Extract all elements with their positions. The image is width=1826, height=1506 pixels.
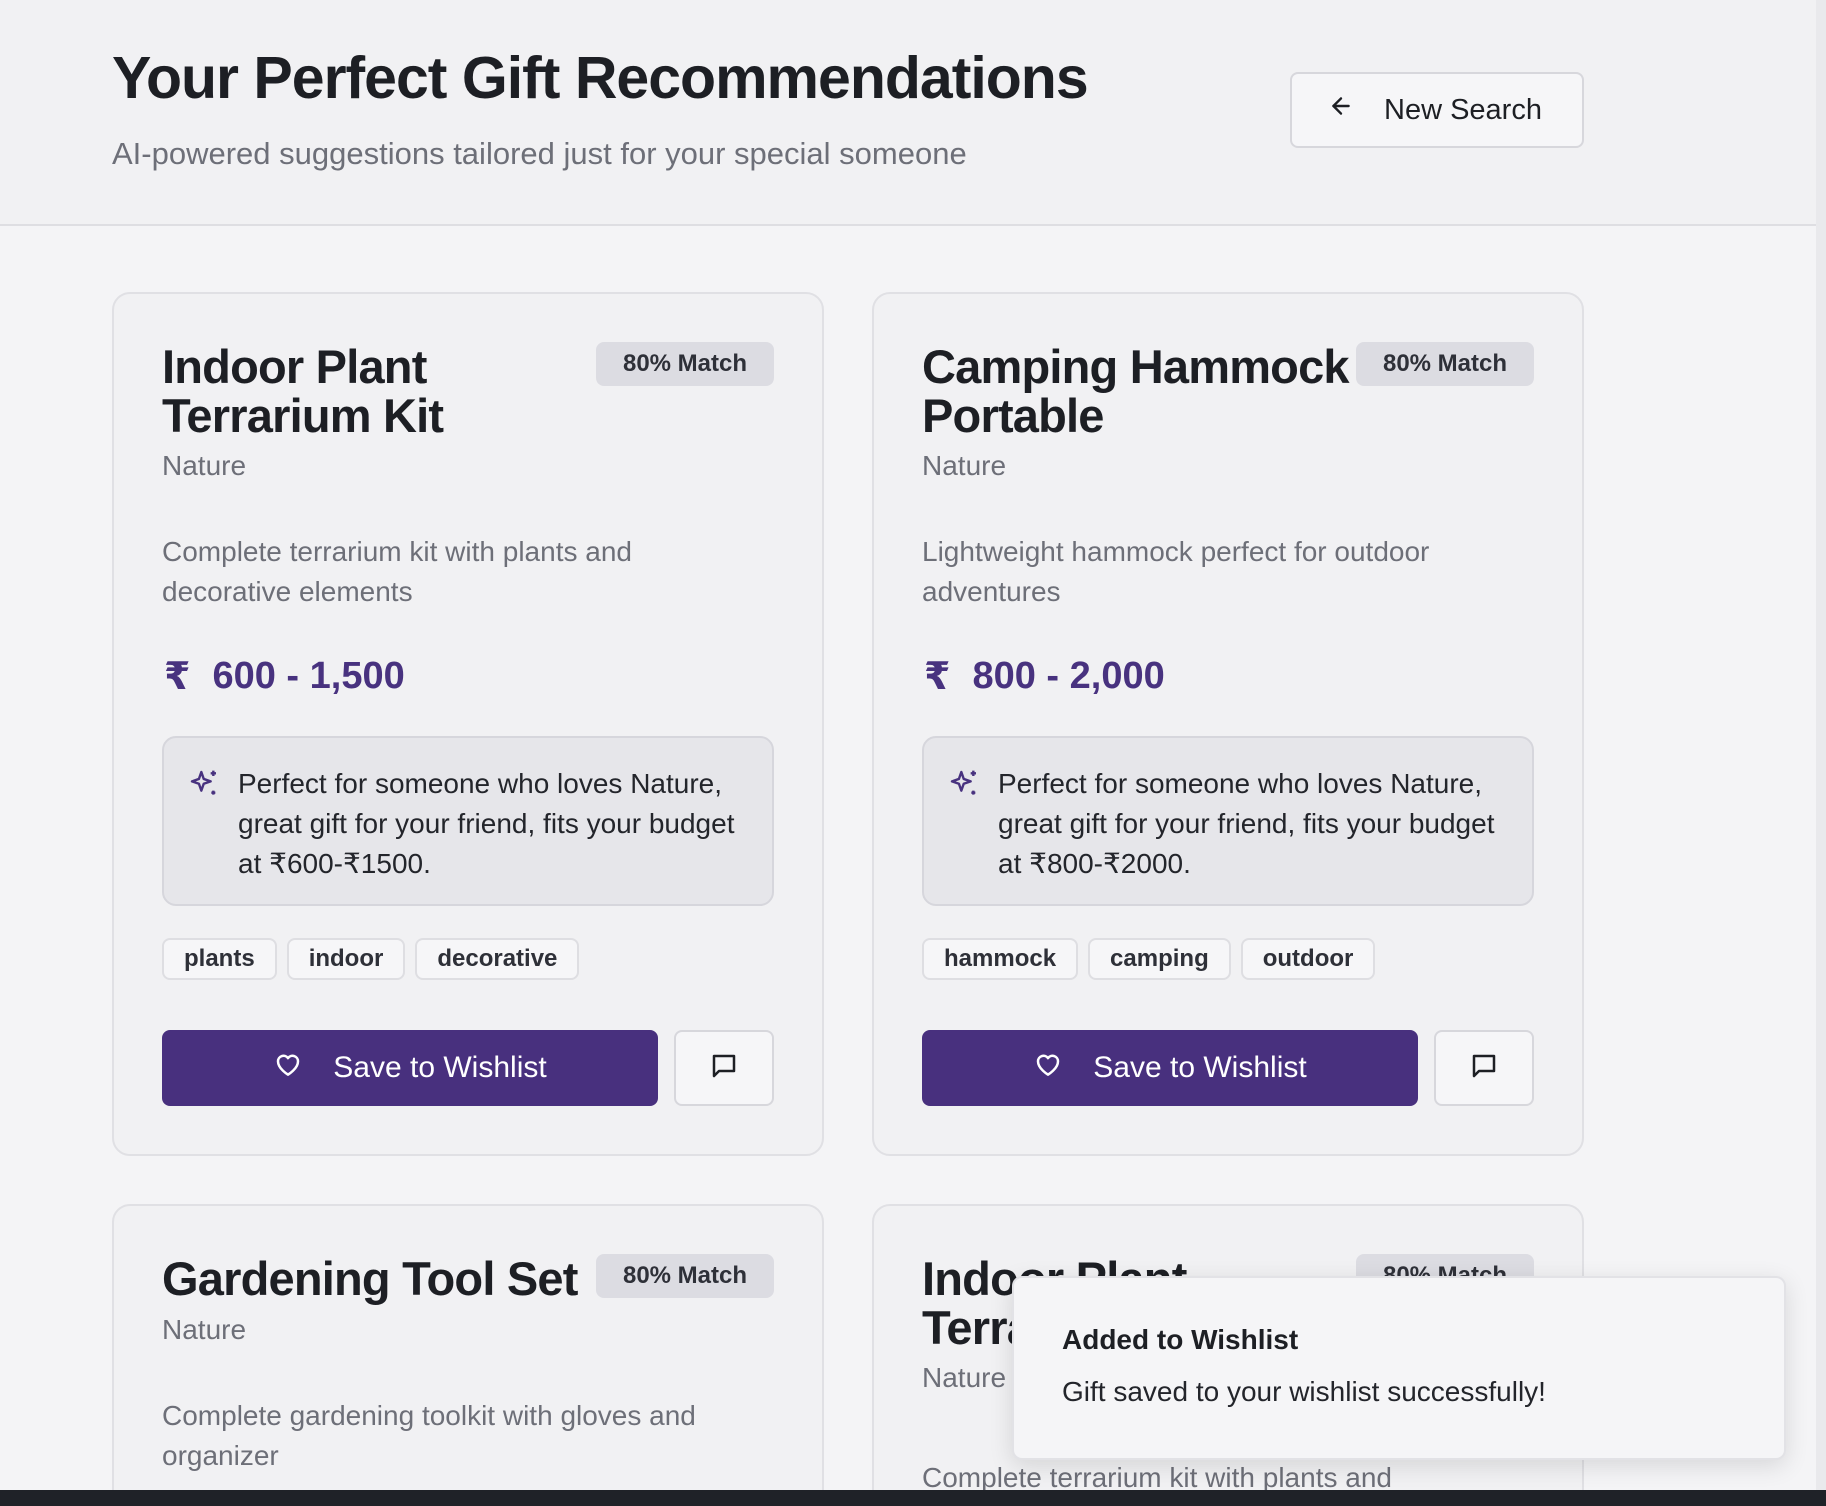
tag: camping — [1088, 938, 1231, 980]
gift-category: Nature — [162, 450, 247, 481]
toast-title: Added to Wishlist — [1062, 1324, 1299, 1355]
match-badge: 80% Match — [596, 342, 774, 386]
price-value: 800 - 2,000 — [972, 655, 1165, 697]
tag-list: plants indoor decorative — [162, 938, 580, 980]
page-subtitle: AI-powered suggestions tailored just for… — [112, 136, 967, 171]
rupee-icon: ₹ — [164, 656, 191, 698]
gift-title: Indoor Plant Terrarium Kit — [162, 340, 444, 442]
gift-title: Camping Hammock Portable — [922, 340, 1350, 442]
new-search-label: New Search — [1384, 93, 1542, 126]
wishlist-label: Save to Wishlist — [333, 1051, 547, 1084]
gift-description: Complete terrarium kit with plants and d… — [162, 536, 632, 607]
price-value: 600 - 1,500 — [212, 655, 405, 697]
recommendation-reason: Perfect for someone who loves Nature, gr… — [162, 736, 774, 906]
new-search-button[interactable]: New Search — [1290, 72, 1584, 148]
gift-title: Gardening Tool Set — [162, 1252, 578, 1305]
gift-card: Indoor Plant Terrarium Kit 80% Match Nat… — [112, 292, 824, 1156]
message-square-icon — [709, 1051, 739, 1086]
gift-description: Lightweight hammock perfect for outdoor … — [922, 536, 1430, 607]
match-badge: 80% Match — [596, 1254, 774, 1298]
wishlist-label: Save to Wishlist — [1093, 1051, 1307, 1084]
page-header: Your Perfect Gift Recommendations AI-pow… — [0, 0, 1816, 226]
gift-category: Nature — [162, 1314, 247, 1345]
rupee-icon: ₹ — [924, 656, 951, 698]
reason-text: Perfect for someone who loves Nature, gr… — [998, 768, 1495, 879]
heart-icon — [273, 1049, 303, 1087]
gift-description: Complete gardening toolkit with gloves a… — [162, 1400, 696, 1471]
price-range: ₹ 600 - 1,500 — [164, 654, 405, 699]
gift-card: Camping Hammock Portable 80% Match Natur… — [872, 292, 1584, 1156]
toast-notification[interactable]: Added to Wishlist Gift saved to your wis… — [1012, 1276, 1786, 1460]
heart-icon — [1033, 1049, 1063, 1087]
tag: decorative — [415, 938, 580, 980]
page-title: Your Perfect Gift Recommendations — [112, 45, 1089, 111]
scrollbar[interactable] — [1816, 0, 1826, 1490]
tag: hammock — [922, 938, 1079, 980]
gift-description: Complete terrarium kit with plants and — [922, 1462, 1392, 1490]
app-viewport: Your Perfect Gift Recommendations AI-pow… — [0, 0, 1816, 1490]
save-to-wishlist-button[interactable]: Save to Wishlist — [162, 1030, 658, 1106]
recommendation-reason: Perfect for someone who loves Nature, gr… — [922, 736, 1534, 906]
gift-category: Nature — [922, 1362, 1007, 1393]
tag: plants — [162, 938, 277, 980]
reason-text: Perfect for someone who loves Nature, gr… — [238, 768, 735, 879]
comment-button[interactable] — [674, 1030, 774, 1106]
toast-message: Gift saved to your wishlist successfully… — [1062, 1376, 1546, 1407]
gift-category: Nature — [922, 450, 1007, 481]
sparkles-icon — [948, 768, 980, 811]
message-square-icon — [1469, 1051, 1499, 1086]
sparkles-icon — [188, 768, 220, 811]
tag-list: hammock camping outdoor — [922, 938, 1376, 980]
gift-card: Gardening Tool Set 80% Match Nature Comp… — [112, 1204, 824, 1490]
arrow-left-icon — [1328, 93, 1354, 127]
price-range: ₹ 800 - 2,000 — [924, 654, 1165, 699]
save-to-wishlist-button[interactable]: Save to Wishlist — [922, 1030, 1418, 1106]
tag: indoor — [286, 938, 406, 980]
match-badge: 80% Match — [1356, 342, 1534, 386]
tag: outdoor — [1240, 938, 1376, 980]
comment-button[interactable] — [1434, 1030, 1534, 1106]
